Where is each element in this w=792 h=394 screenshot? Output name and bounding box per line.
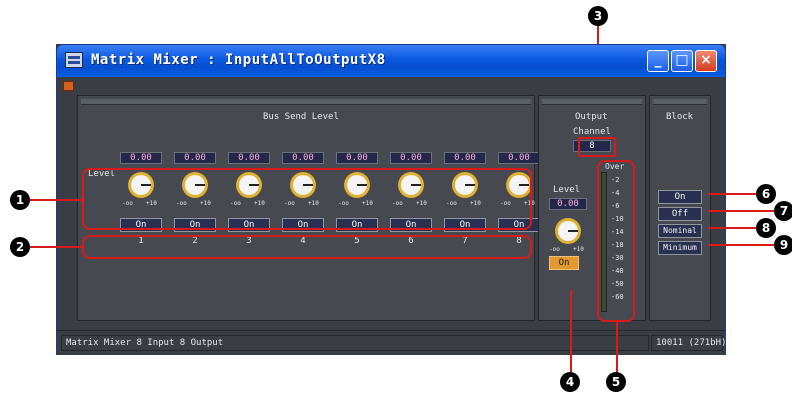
callout-line — [616, 322, 618, 375]
bus-send-level-value[interactable]: 0.00 — [120, 152, 162, 164]
channel-label: Channel — [573, 127, 611, 137]
output-title: Output — [575, 112, 608, 122]
callout-box-on — [82, 235, 532, 259]
callout-5: 5 — [606, 372, 626, 392]
callout-box-level — [82, 168, 532, 230]
output-knob-max: +10 — [573, 246, 584, 253]
callout-9: 9 — [774, 235, 792, 255]
callout-6: 6 — [756, 184, 776, 204]
output-on-button[interactable]: On — [549, 256, 579, 270]
output-level-label: Level — [553, 185, 581, 195]
callout-line — [30, 246, 82, 248]
bus-send-level-value[interactable]: 0.00 — [282, 152, 324, 164]
component-menu-icon[interactable] — [63, 81, 74, 91]
close-button[interactable]: × — [695, 50, 717, 72]
output-knob-min: -oo — [549, 246, 560, 253]
output-level-knob[interactable] — [553, 216, 583, 246]
callout-line — [708, 244, 776, 246]
window-title: Matrix Mixer : InputAllToOutputX8 — [91, 52, 386, 68]
callout-7: 7 — [774, 201, 792, 221]
output-level-value[interactable]: 0.00 — [549, 198, 587, 210]
bus-send-level-value[interactable]: 0.00 — [228, 152, 270, 164]
callout-8: 8 — [756, 218, 776, 238]
callout-line — [30, 199, 82, 201]
block-panel: Block On Off Nominal Minimum — [649, 95, 711, 321]
title-bar[interactable]: Matrix Mixer : InputAllToOutputX8 _ □ × — [57, 45, 725, 77]
block-nominal-button[interactable]: Nominal — [658, 224, 702, 238]
callout-box-meter — [597, 160, 635, 322]
callout-line — [570, 290, 572, 375]
status-bar: Matrix Mixer 8 Input 8 Output 10011 (271… — [57, 330, 726, 355]
block-off-button[interactable]: Off — [658, 207, 702, 221]
minimize-button[interactable]: _ — [647, 50, 669, 72]
bus-send-level-value[interactable]: 0.00 — [444, 152, 486, 164]
callout-line — [708, 210, 776, 212]
bus-send-level-value[interactable]: 0.00 — [390, 152, 432, 164]
callout-box-channel — [578, 137, 616, 157]
bus-send-level-value[interactable]: 0.00 — [174, 152, 216, 164]
block-minimum-button[interactable]: Minimum — [658, 241, 702, 255]
callout-4: 4 — [560, 372, 580, 392]
app-icon[interactable] — [65, 52, 83, 68]
block-title: Block — [666, 112, 694, 122]
callout-3: 3 — [588, 6, 608, 26]
status-left: Matrix Mixer 8 Input 8 Output — [61, 335, 649, 351]
status-right: 10011 (271bH) — [651, 335, 726, 351]
maximize-button[interactable]: □ — [671, 50, 693, 72]
bus-send-title: Bus Send Level — [263, 112, 339, 122]
bus-send-level-value[interactable]: 0.00 — [336, 152, 378, 164]
callout-2: 2 — [10, 237, 30, 257]
block-on-button[interactable]: On — [658, 190, 702, 204]
bus-send-level-value[interactable]: 0.00 — [498, 152, 540, 164]
callout-1: 1 — [10, 190, 30, 210]
